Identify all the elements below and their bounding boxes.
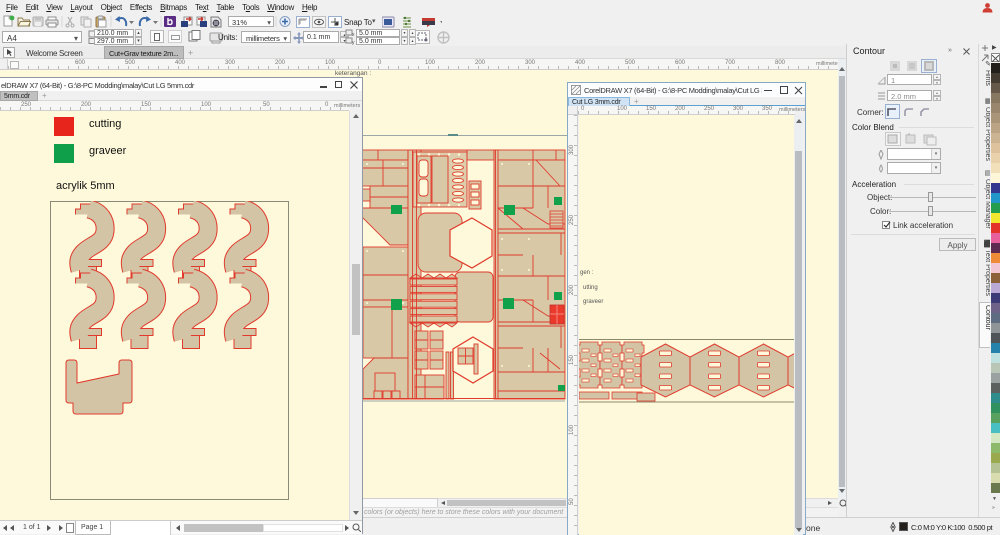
svg-text:y: y (352, 40, 355, 45)
svg-text:x: x (352, 32, 355, 38)
